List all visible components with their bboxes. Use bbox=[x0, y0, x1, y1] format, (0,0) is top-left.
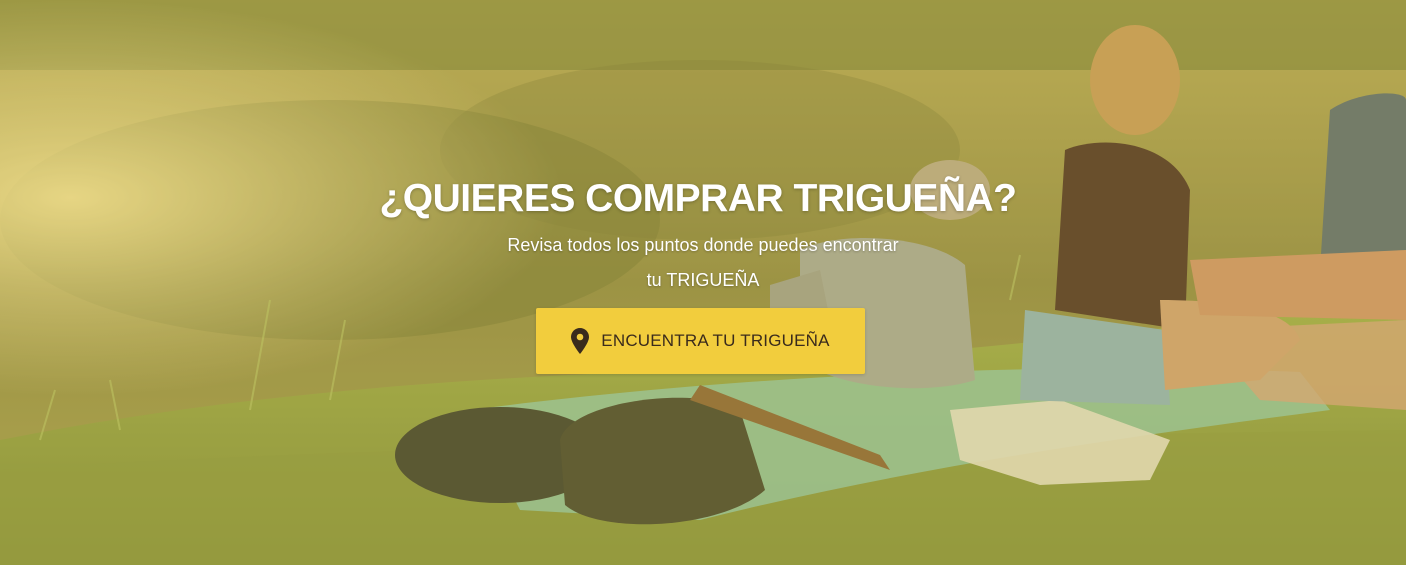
hero-subtitle-line-2: tu TRIGUEÑA bbox=[646, 270, 760, 290]
hero-banner: ¿QUIERES COMPRAR TRIGUEÑA? Revisa todos … bbox=[0, 0, 1406, 565]
map-pin-icon bbox=[571, 328, 590, 354]
hero-subtitle-line-1: Revisa todos los puntos donde puedes enc… bbox=[507, 235, 899, 255]
hero-content: ¿QUIERES COMPRAR TRIGUEÑA? Revisa todos … bbox=[0, 170, 1406, 298]
hero-subtitle: Revisa todos los puntos donde puedes enc… bbox=[468, 228, 938, 298]
find-store-button[interactable]: ENCUENTRA TU TRIGUEÑA bbox=[536, 308, 865, 374]
find-store-button-label: ENCUENTRA TU TRIGUEÑA bbox=[601, 331, 830, 350]
hero-title: ¿QUIERES COMPRAR TRIGUEÑA? bbox=[379, 177, 1017, 220]
